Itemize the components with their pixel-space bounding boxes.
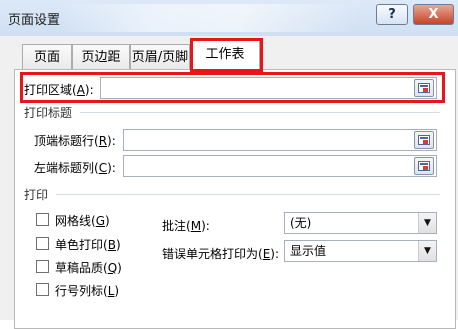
comments-value: (无) (290, 216, 312, 230)
print-area-input[interactable] (100, 77, 437, 99)
title-bar: 页面设置 ? X (0, 0, 458, 36)
print-titles-group-label: 打印标题 (24, 106, 73, 120)
help-button[interactable]: ? (376, 4, 408, 25)
comments-select[interactable]: (无) ▼ (284, 212, 437, 234)
title-bar-blur (60, 4, 360, 32)
close-button[interactable]: X (413, 4, 454, 25)
chevron-down-icon: ▼ (418, 213, 436, 233)
row-col-headings-checkbox[interactable] (36, 283, 49, 296)
left-cols-input[interactable] (123, 155, 437, 177)
print-area-collapse-button[interactable] (414, 79, 434, 97)
left-cols-collapse-button[interactable] (414, 157, 434, 175)
tab-label: 页边距 (81, 50, 121, 65)
gridlines-checkbox[interactable] (36, 213, 49, 226)
tab-header-footer[interactable]: 页眉/页脚 (130, 44, 190, 70)
divider (80, 112, 440, 113)
chevron-down-icon: ▼ (418, 241, 436, 261)
range-select-icon (418, 83, 430, 93)
print-group-label: 打印 (24, 188, 49, 202)
range-select-icon (418, 161, 430, 171)
left-cols-label: 左端标题列(C): (34, 161, 116, 175)
tab-sheet[interactable]: 工作表 (190, 40, 260, 70)
top-rows-label: 顶端标题行(R): (34, 134, 116, 148)
tab-margins[interactable]: 页边距 (72, 44, 130, 70)
black-white-checkbox[interactable] (36, 237, 49, 250)
cell-errors-value: 显示值 (290, 244, 327, 258)
tab-label: 页眉/页脚 (131, 50, 189, 65)
top-rows-collapse-button[interactable] (414, 131, 434, 149)
divider (56, 194, 440, 195)
dialog-title: 页面设置 (8, 13, 61, 28)
top-rows-input[interactable] (123, 129, 437, 151)
tab-page[interactable]: 页面 (22, 44, 72, 70)
draft-quality-label: 草稿品质(Q) (55, 261, 122, 275)
tab-label: 页面 (33, 50, 60, 65)
draft-quality-checkbox[interactable] (36, 260, 49, 273)
tab-label: 工作表 (205, 47, 245, 62)
cell-errors-select[interactable]: 显示值 ▼ (284, 240, 437, 262)
gridlines-label: 网格线(G) (55, 214, 110, 228)
comments-label: 批注(M): (162, 219, 210, 233)
black-white-label: 单色打印(B) (55, 238, 121, 252)
print-area-label: 打印区域(A): (24, 83, 94, 97)
cell-errors-label: 错误单元格打印为(E): (162, 247, 280, 261)
range-select-icon (418, 135, 430, 145)
row-col-headings-label: 行号列标(L) (55, 284, 120, 298)
